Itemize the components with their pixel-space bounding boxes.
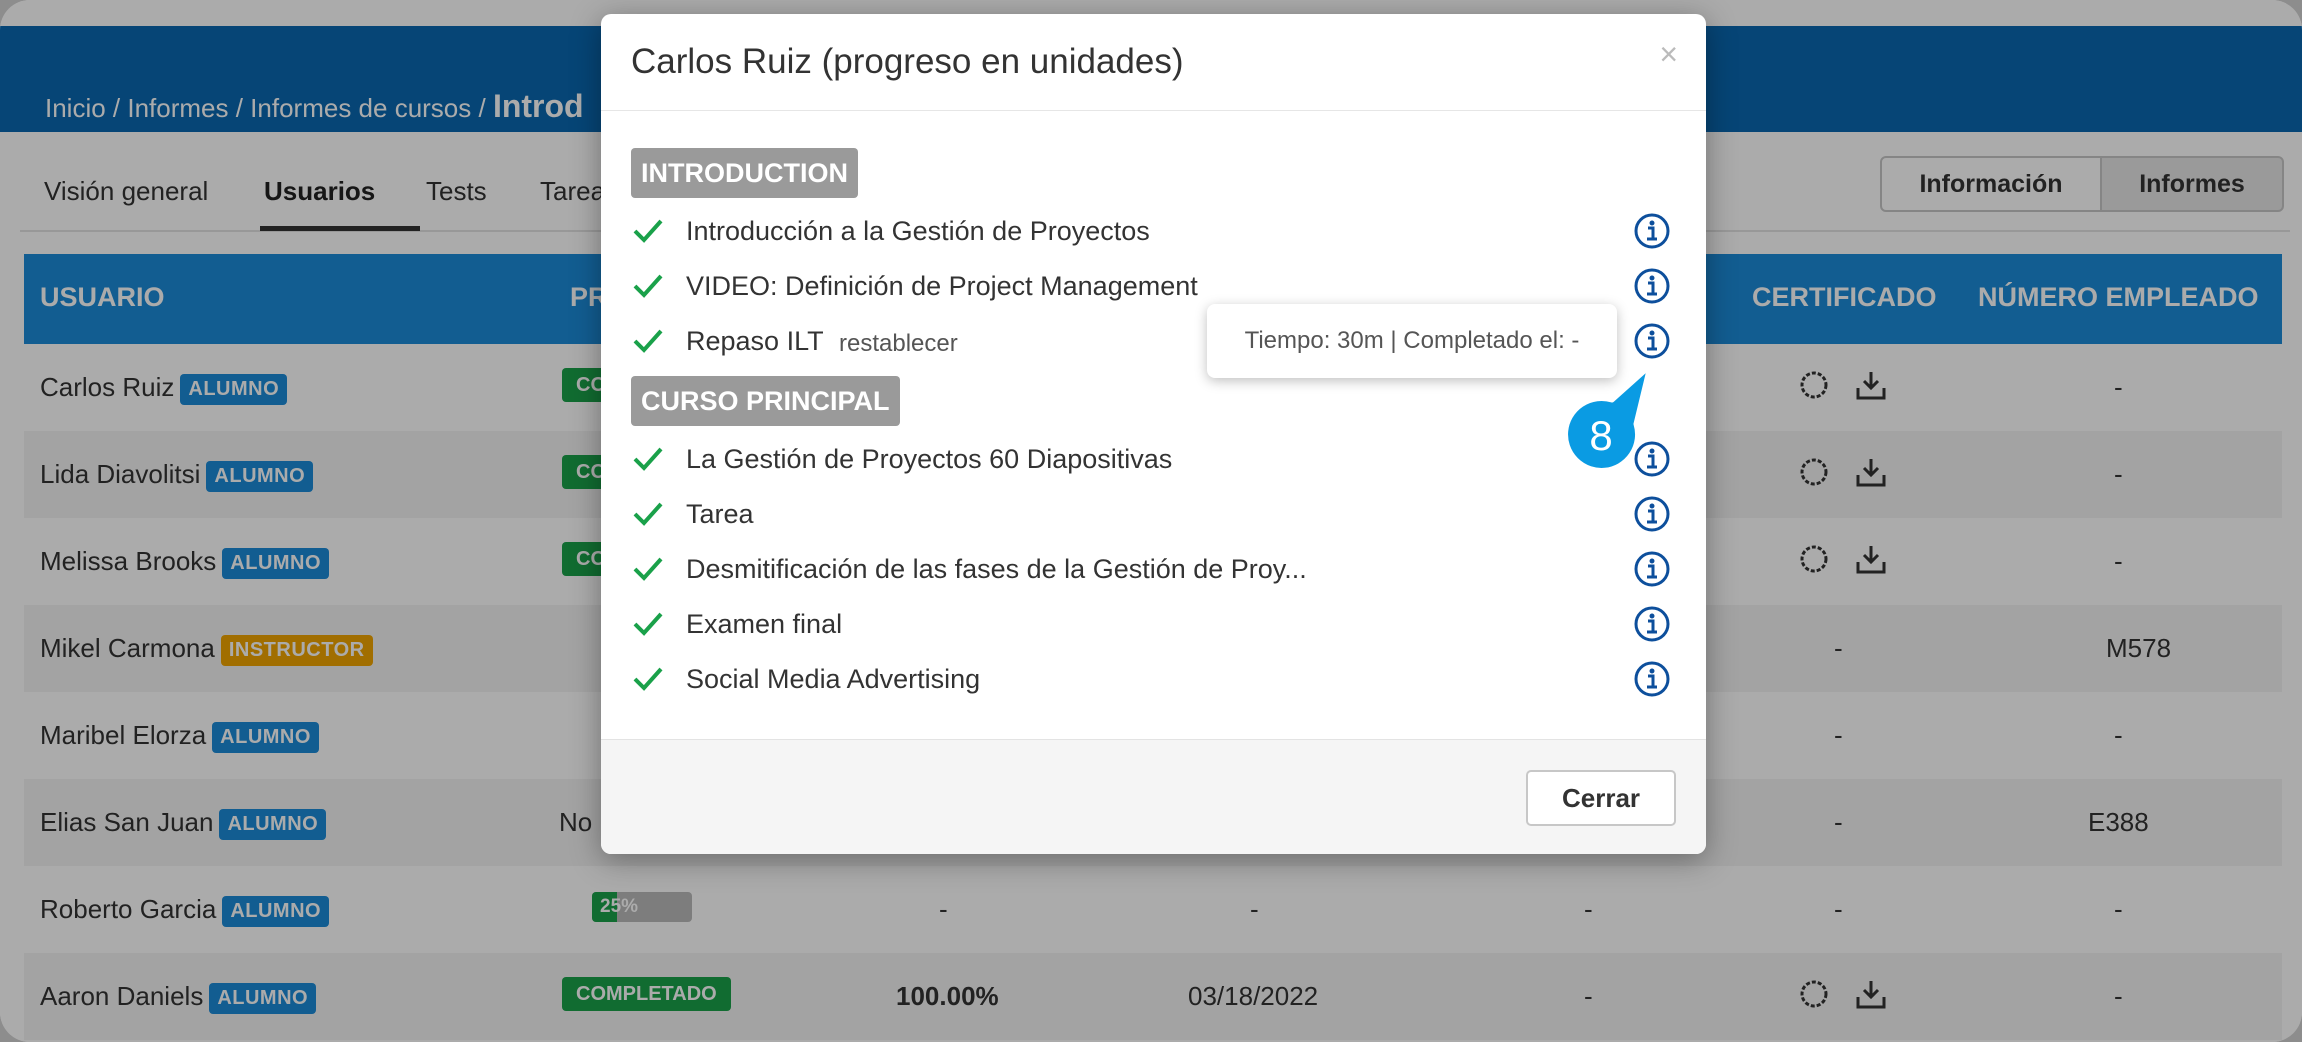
unit-title: Examen final — [686, 609, 843, 639]
unit-title: Tarea — [686, 499, 754, 529]
info-icon[interactable] — [1633, 322, 1671, 360]
unit-title: Desmitificación de las fases de la Gesti… — [686, 554, 1307, 584]
close-button[interactable]: Cerrar — [1526, 770, 1676, 826]
modal-header: Carlos Ruiz (progreso en unidades) × — [601, 14, 1706, 111]
unit-item: Introducción a la Gestión de Proyectos — [631, 210, 1681, 252]
section-label: CURSO PRINCIPAL — [631, 376, 900, 426]
info-icon[interactable] — [1633, 550, 1671, 588]
section-label: INTRODUCTION — [631, 148, 858, 198]
unit-title: Introducción a la Gestión de Proyectos — [686, 216, 1150, 246]
check-icon — [633, 274, 663, 298]
app-frame: Inicio / Informes / Informes de cursos /… — [0, 0, 2302, 1042]
check-icon — [633, 612, 663, 636]
check-icon — [633, 329, 663, 353]
unit-item: VIDEO: Definición de Project Management — [631, 265, 1681, 307]
info-icon[interactable] — [1633, 660, 1671, 698]
unit-item: Tarea — [631, 493, 1681, 535]
close-icon[interactable]: × — [1659, 36, 1678, 73]
unit-title: VIDEO: Definición de Project Management — [686, 271, 1198, 301]
reset-link[interactable]: restablecer — [839, 330, 958, 358]
unit-item: Social Media Advertising — [631, 658, 1681, 700]
step-callout-marker: 8 — [1563, 363, 1653, 473]
info-icon[interactable] — [1633, 212, 1671, 250]
unit-info-tooltip: Tiempo: 30m | Completado el: - — [1207, 304, 1617, 378]
info-icon[interactable] — [1633, 495, 1671, 533]
unit-item: Desmitificación de las fases de la Gesti… — [631, 548, 1681, 590]
unit-item: Examen final — [631, 603, 1681, 645]
modal-title: Carlos Ruiz (progreso en unidades) — [631, 42, 1184, 81]
unit-item: La Gestión de Proyectos 60 Diapositivas — [631, 438, 1681, 480]
check-icon — [633, 502, 663, 526]
unit-title: Social Media Advertising — [686, 664, 981, 694]
check-icon — [633, 667, 663, 691]
unit-title: La Gestión de Proyectos 60 Diapositivas — [686, 444, 1173, 474]
unit-title: Repaso ILT — [686, 326, 824, 356]
info-icon[interactable] — [1633, 605, 1671, 643]
check-icon — [633, 219, 663, 243]
check-icon — [633, 447, 663, 471]
unit-progress-modal: Carlos Ruiz (progreso en unidades) × INT… — [601, 14, 1706, 854]
callout-number: 8 — [1589, 412, 1612, 459]
check-icon — [633, 557, 663, 581]
modal-footer: Cerrar — [601, 739, 1706, 854]
info-icon[interactable] — [1633, 267, 1671, 305]
